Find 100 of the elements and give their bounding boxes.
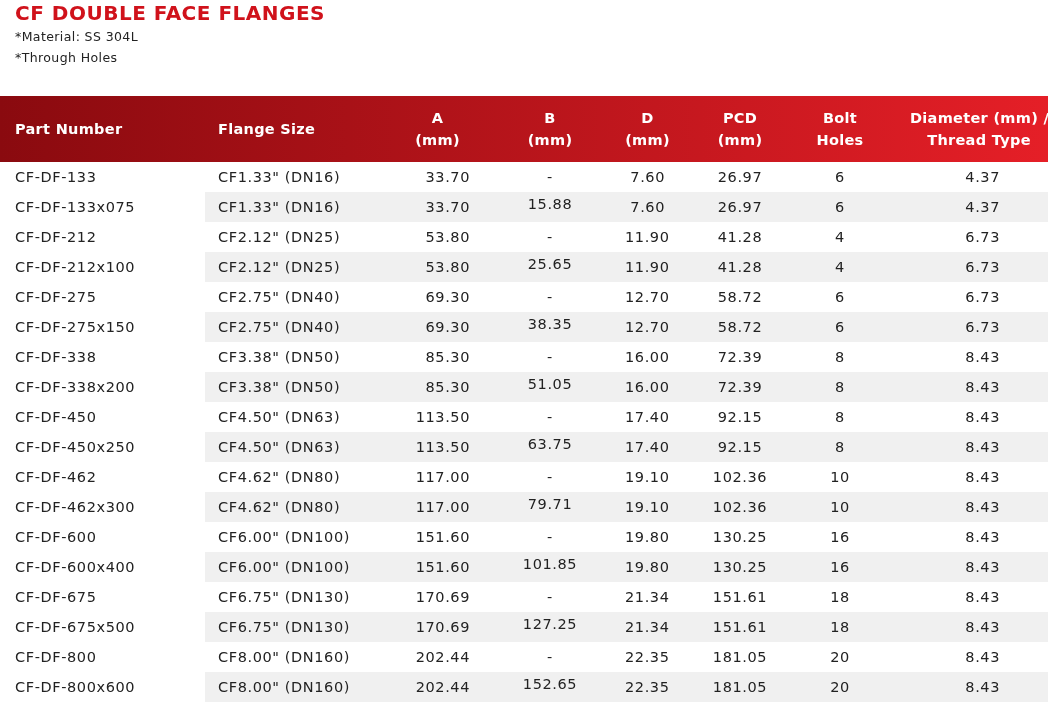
page-title: CF DOUBLE FACE FLANGES <box>15 0 326 26</box>
table-cell: 151.61 <box>670 612 810 642</box>
table-cell-text: 8.43 <box>964 348 1001 367</box>
table-cell: 22.35 <box>625 672 670 702</box>
table-cell-text: 72.39 <box>716 348 764 367</box>
table-cell-text: CF-DF-133x075 <box>14 198 137 217</box>
table-cell-text: 16 <box>829 528 851 547</box>
table-cell-text: CF-DF-675x500 <box>14 618 137 637</box>
table-cell-text: 8 <box>834 408 846 427</box>
table-cell-text: 8.43 <box>964 408 1001 427</box>
table-cell-text: 16.00 <box>625 348 670 367</box>
note-text: *Through Holes <box>15 49 119 67</box>
table-cell-text: 11.90 <box>625 228 670 247</box>
table-cell-text: 53.80 <box>424 228 471 247</box>
table-cell-text: 69.30 <box>424 288 471 307</box>
table-cell: 127.25 <box>475 612 625 642</box>
table-cell-text: CF2.75" (DN40) <box>217 288 342 307</box>
table-cell-text: CF-DF-800 <box>14 648 98 667</box>
table-cell: 8 <box>810 432 870 462</box>
table-cell-text: - <box>546 228 554 247</box>
table-cell-text: CF-DF-338 <box>14 348 98 367</box>
table-cell: 151.60 <box>400 552 475 582</box>
table-cell-text: CF1.33" (DN16) <box>217 168 342 187</box>
table-cell-text: CF-DF-212 <box>14 228 98 247</box>
table-cell: 16.00 <box>625 372 670 402</box>
table-cell-text: CF3.38" (DN50) <box>217 348 342 367</box>
table-cell: 8.43 <box>870 372 1048 402</box>
table-cell: 25.65 <box>475 252 625 282</box>
table-cell-text: 170.69 <box>414 588 471 607</box>
table-cell: 92.15 <box>670 432 810 462</box>
table-cell: 8.43 <box>870 432 1048 462</box>
table-cell: CF8.00" (DN160) <box>205 672 400 702</box>
table-cell-text: CF-DF-275 <box>14 288 98 307</box>
table-cell-text: - <box>546 168 554 187</box>
table-cell: 8.43 <box>870 552 1048 582</box>
table-cell-text: 4.37 <box>964 168 1001 187</box>
table-cell-text: 151.61 <box>711 588 769 607</box>
table-cell: 72.39 <box>670 372 810 402</box>
table-cell-text: CF-DF-600 <box>14 528 98 547</box>
table-cell-text: CF-DF-462x300 <box>14 498 137 517</box>
table-cell-text: CF-DF-275x150 <box>14 318 137 337</box>
table-cell: 4.37 <box>870 192 1048 222</box>
table-cell: 12.70 <box>625 312 670 342</box>
table-cell: 41.28 <box>670 252 810 282</box>
column-header: D (mm) <box>625 109 670 150</box>
table-cell: 21.34 <box>625 612 670 642</box>
table-cell: 18 <box>810 612 870 642</box>
table-cell: 7.60 <box>625 192 670 222</box>
table-cell-text: 151.60 <box>414 528 471 547</box>
table-cell-text: CF-DF-462 <box>14 468 98 487</box>
table-cell: 53.80 <box>400 252 475 282</box>
table-cell-text: CF-DF-450x250 <box>14 438 137 457</box>
note-text: *Material: SS 304L <box>15 28 140 46</box>
table-cell: 8.43 <box>870 612 1048 642</box>
table-cell-text: 26.97 <box>716 168 764 187</box>
table-cell: 6.73 <box>870 312 1048 342</box>
table-cell: CF6.00" (DN100) <box>205 552 400 582</box>
table-cell: 19.10 <box>625 492 670 522</box>
table-cell-text: CF8.00" (DN160) <box>217 648 352 667</box>
table-cell-text: 8.43 <box>964 648 1001 667</box>
table-cell: 20 <box>810 672 870 702</box>
table-cell: 10 <box>810 492 870 522</box>
table-cell: CF6.75" (DN130) <box>205 612 400 642</box>
table-cell-text: - <box>546 648 554 667</box>
table-cell-text: 18 <box>829 588 851 607</box>
column-header: A (mm) <box>414 109 461 150</box>
table-cell: 6.73 <box>870 252 1048 282</box>
table-cell: 6 <box>810 192 870 222</box>
table-cell: 51.05 <box>475 372 625 402</box>
table-cell-text: - <box>546 408 554 427</box>
table-cell-text: 8.43 <box>964 528 1001 547</box>
table-cell-text: 6.73 <box>964 228 1001 247</box>
table-cell-text: 113.50 <box>414 408 471 427</box>
table-cell-text: 19.80 <box>625 528 670 547</box>
table-cell-text: CF-DF-800x600 <box>14 678 137 697</box>
table-cell: 6 <box>810 312 870 342</box>
table-cell: 11.90 <box>625 252 670 282</box>
table-cell-text: 181.05 <box>711 648 769 667</box>
table-cell-text: 6 <box>834 288 846 307</box>
table-cell-text: 10 <box>829 468 851 487</box>
table-cell-text: - <box>546 348 554 367</box>
table-cell: CF2.12" (DN25) <box>205 252 400 282</box>
column-header: Part Number <box>14 120 124 139</box>
table-cell-text: 92.15 <box>716 408 764 427</box>
table-cell-text: 6.73 <box>964 288 1001 307</box>
column-header: PCD (mm) <box>716 109 764 150</box>
table-cell-text: 22.35 <box>625 648 670 667</box>
column-header: Flange Size <box>217 120 317 139</box>
table-cell: 38.35 <box>475 312 625 342</box>
table-cell: 8.43 <box>870 672 1048 702</box>
table-cell: 181.05 <box>670 672 810 702</box>
table-cell: 4 <box>810 252 870 282</box>
table-cell: 202.44 <box>400 672 475 702</box>
table-cell-text: 21.34 <box>625 588 670 607</box>
table-cell: 16 <box>810 552 870 582</box>
table-cell-text: 20 <box>829 648 851 667</box>
table-cell: 8 <box>810 372 870 402</box>
table-cell-text: - <box>546 528 554 547</box>
table-cell: 8.43 <box>870 492 1048 522</box>
table-cell-text: 19.10 <box>625 468 670 487</box>
